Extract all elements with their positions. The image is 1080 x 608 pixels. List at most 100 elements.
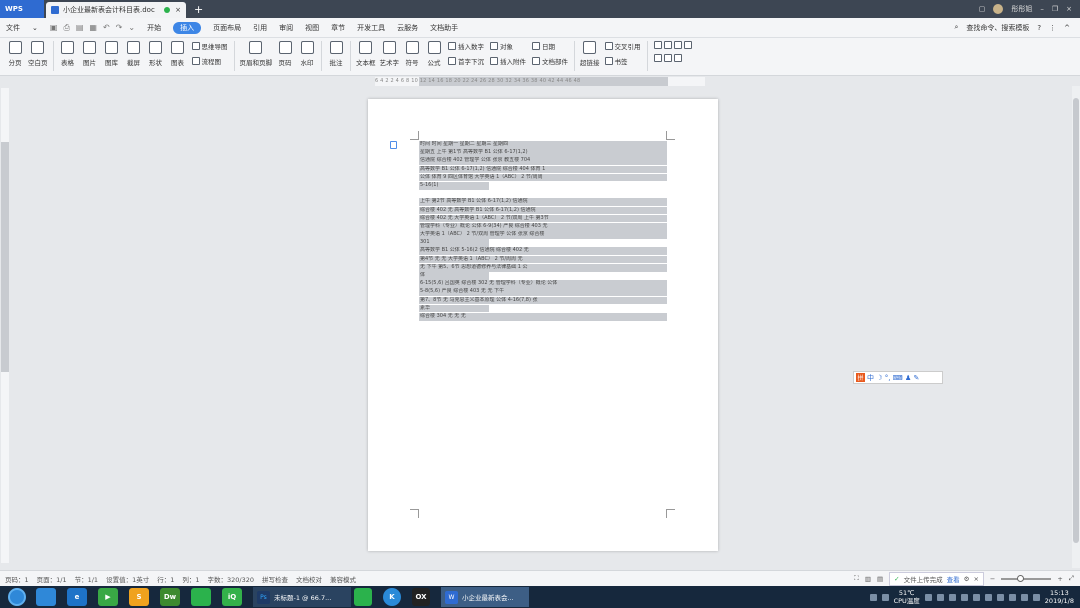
tray-icon[interactable] — [948, 593, 956, 601]
document-tab[interactable]: 小企业最新表会计科目表.doc × — [46, 2, 186, 18]
insert-attachment-button[interactable]: 插入附件 — [490, 56, 526, 66]
wordart-button[interactable]: 艺术字 — [380, 41, 399, 67]
formula-button[interactable]: 公式 — [425, 41, 443, 67]
close-window-icon[interactable]: × — [1066, 5, 1072, 13]
menu-section[interactable]: 章节 — [331, 23, 345, 33]
vertical-ruler[interactable] — [1, 88, 9, 563]
paragraph-icon[interactable] — [390, 141, 397, 149]
zoom-slider[interactable] — [1001, 574, 1052, 582]
drop-cap-button[interactable]: 首字下沉 — [448, 56, 484, 66]
selected-text-block[interactable]: 时间 时间 星期一 星期二 星期三 星期四 星期五 上午 第1节 高等数学 B1… — [419, 141, 667, 321]
export-icon[interactable]: ▦ — [89, 23, 97, 33]
scrollbar-thumb[interactable] — [1073, 98, 1079, 543]
text-line[interactable]: 上午 第2节 高等数学 B1 公体 6-17(1,2) 信通院 — [419, 198, 667, 206]
spellcheck-button[interactable]: 拼写检查 — [262, 574, 288, 584]
text-line[interactable] — [419, 190, 667, 198]
read-mode-icon[interactable]: ▥ — [865, 575, 871, 583]
text-line[interactable]: 信通院 综合楼 402 管理学 公体 张京 教五楼 704 — [419, 157, 667, 166]
insert-number-button[interactable]: 插入数字 — [448, 41, 484, 51]
menu-page-layout[interactable]: 页面布局 — [213, 23, 241, 33]
text-line[interactable]: 素华 — [419, 304, 489, 313]
tray-icon[interactable] — [869, 593, 877, 601]
header-footer-button[interactable]: 页眉和页脚 — [240, 41, 272, 67]
taskbar-app-dreamweaver[interactable]: Dw — [160, 588, 180, 606]
close-icon[interactable]: × — [973, 575, 978, 583]
new-tab-button[interactable]: + — [194, 3, 203, 16]
redo-icon[interactable]: ↷ — [116, 23, 123, 33]
layout-icons-row[interactable] — [653, 41, 694, 49]
menu-doc-assistant[interactable]: 文档助手 — [430, 23, 458, 33]
tray-icon[interactable] — [881, 593, 889, 601]
tray-icon[interactable] — [996, 593, 1004, 601]
text-line[interactable]: 5-16(1) — [419, 181, 489, 190]
tray-icon[interactable] — [972, 593, 980, 601]
more-icon[interactable]: ⋮ — [1049, 24, 1056, 32]
tray-icon[interactable] — [924, 593, 932, 601]
view-icons-row[interactable] — [653, 54, 694, 62]
minimize-icon[interactable]: – — [1040, 5, 1044, 13]
text-line[interactable]: 5-8(5,6) 严良 综合楼 403 无 无 下午 — [419, 288, 667, 297]
collapse-ribbon-icon[interactable]: ^ — [1064, 24, 1070, 32]
text-line[interactable]: 管理学科（专业）概论 公体 6-9(34) 严良 综合楼 403 无 — [419, 222, 667, 231]
watermark-button[interactable]: 水印 — [298, 41, 316, 67]
blank-page-button[interactable]: 空白页 — [28, 41, 48, 67]
menu-review[interactable]: 审阅 — [279, 23, 293, 33]
command-search[interactable]: 查找命令、搜索模板 — [966, 23, 1029, 33]
text-line[interactable]: 综合楼 304 无 无 无 — [419, 312, 667, 321]
page-view-icon[interactable]: ▤ — [877, 575, 883, 583]
text-line[interactable]: 综合楼 402 无 高等数学 B1 公体 6-17(1,2) 信通院 — [419, 206, 667, 215]
symbol-button[interactable]: 符号 — [403, 41, 421, 67]
chevron-down-icon[interactable]: ⌄ — [32, 24, 38, 32]
text-line[interactable]: 体 — [419, 272, 489, 280]
taskbar-window-photoshop[interactable]: Ps 未标题-1 @ 66.7... — [253, 587, 351, 607]
text-line[interactable]: 6-15(5,6) 吕国英 综合楼 302 无 管理学科（专业）概论 公体 — [419, 280, 667, 288]
flowchart-button[interactable]: 流程图 — [191, 56, 228, 66]
text-line[interactable]: 综合楼 402 无 大学英语 1（ABC） 2 节/双周 上午 第3节 — [419, 214, 667, 223]
shape-button[interactable]: 形状 — [147, 41, 165, 67]
text-line[interactable]: 时间 时间 星期一 星期二 星期三 星期四 — [419, 141, 667, 149]
start-button[interactable] — [8, 588, 26, 606]
textbox-button[interactable]: 文本框 — [356, 41, 376, 67]
taskbar-window-wps[interactable]: W 小企业最新表会... — [441, 587, 529, 607]
tray-icon[interactable] — [984, 593, 992, 601]
menu-file[interactable]: 文件 — [6, 23, 20, 33]
gallery-button[interactable]: 图库 — [103, 41, 121, 67]
text-line[interactable]: 高等数学 B1 公体 5-16(2 信通院 综合楼 402 无 — [419, 247, 667, 256]
view-link[interactable]: 查看 — [947, 574, 960, 584]
picture-button[interactable]: 图片 — [81, 41, 99, 67]
tray-icon[interactable] — [1008, 593, 1016, 601]
zoom-out-button[interactable]: − — [990, 575, 995, 583]
menu-developer[interactable]: 开发工具 — [357, 23, 385, 33]
taskbar-app-ie[interactable]: e — [67, 588, 87, 606]
search-icon[interactable]: ⌕ — [954, 23, 958, 32]
user-name[interactable]: 彤彤姐 — [1011, 4, 1032, 14]
fullscreen-icon[interactable]: ⛶ — [854, 574, 859, 583]
menu-cloud[interactable]: 云服务 — [397, 23, 418, 33]
doc-parts-button[interactable]: 文档部件 — [532, 56, 568, 66]
text-line[interactable]: 星期五 上午 第1节 高等数学 B1 公体 6-17(1,2) — [419, 149, 667, 157]
menu-references[interactable]: 引用 — [253, 23, 267, 33]
text-line[interactable]: 第7、8节 无 马克思主义基本原理 公体 4-16(7,8) 张 — [419, 296, 667, 305]
vertical-scrollbar[interactable] — [1072, 86, 1080, 568]
comment-button[interactable]: 批注 — [327, 41, 345, 67]
object-button[interactable]: 对象 — [490, 41, 526, 51]
text-line[interactable]: 大学英语 1（ABC） 2 节/双周 管理学 公体 张京 综合楼 — [419, 231, 667, 239]
date-button[interactable]: 日期 — [532, 41, 568, 51]
page-break-button[interactable]: 分页 — [6, 41, 24, 67]
menu-start[interactable]: 开始 — [147, 23, 161, 33]
gear-icon[interactable]: ⚙ — [964, 575, 970, 583]
text-line[interactable]: 公体 体育 9 四区体育馆 大学英语 1（ABC） 2 节/周周 — [419, 173, 667, 182]
more-icon[interactable]: ⌄ — [128, 23, 135, 33]
zoom-slider-handle[interactable] — [1017, 574, 1025, 582]
mindmap-button[interactable]: 思维导图 — [191, 41, 228, 51]
help-icon[interactable]: ? — [1037, 24, 1041, 32]
clock[interactable]: 15:13 2019/1/8 — [1045, 589, 1074, 605]
tray-icon[interactable] — [1020, 593, 1028, 601]
restore-icon[interactable]: ❐ — [1052, 5, 1058, 13]
tray-icon[interactable] — [936, 593, 944, 601]
avatar[interactable] — [993, 4, 1004, 14]
print-icon[interactable]: ⎙ — [63, 23, 69, 33]
taskbar-app-iqiyi[interactable]: iQ — [222, 588, 242, 606]
taskbar-window-4[interactable]: OX — [412, 588, 430, 606]
text-line[interactable]: 301 — [419, 239, 489, 247]
